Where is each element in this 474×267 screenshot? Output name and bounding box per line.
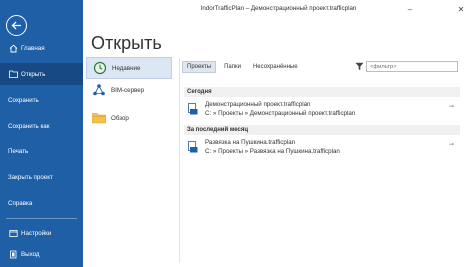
sidebar-item-label: Справка [8,199,33,207]
back-button[interactable] [6,15,27,36]
source-label: Недавние [112,64,141,72]
home-icon [8,43,18,53]
exit-icon [8,249,18,259]
sidebar-item-label: Настройки [21,229,52,237]
pin-icon[interactable]: ⊸ [449,103,454,110]
group-header-today: Сегодня [184,87,460,97]
sidebar-item-label: Сохранить [8,96,39,104]
source-label: BIM-сервер [111,86,145,94]
settings-icon [8,228,18,238]
backstage-sidebar: Главная Открыть Сохранить Сохранить как … [0,0,83,267]
column-divider [179,58,180,263]
sidebar-item-save-as[interactable]: Сохранить как [0,115,83,137]
file-name: Развязка на Пушкина.trafficplan [205,139,296,146]
folder-open-icon [8,69,18,79]
tab-unsaved[interactable]: Несохранённые [249,61,302,73]
filter-icon[interactable] [355,62,364,71]
project-file-icon [188,103,198,115]
sidebar-item-save[interactable]: Сохранить [0,89,83,111]
page-title: Открыть [91,33,162,53]
sidebar-item-open[interactable]: Открыть [0,63,83,85]
arrow-left-icon [11,21,21,30]
minimize-icon: – [407,4,413,14]
folder-icon [92,111,106,125]
minimize-button[interactable]: – [404,3,416,15]
title-bar: IndorTrafficPlan – Демонстрационный прое… [83,0,474,19]
sidebar-item-label: Выход [21,250,40,258]
sidebar-item-help[interactable]: Справка [0,192,83,214]
file-name: Демонстрационный проект.trafficplan [205,101,311,108]
sidebar-item-settings[interactable]: Настройки [0,222,83,244]
tab-projects[interactable]: Проекты [182,61,217,73]
sidebar-item-label: Сохранить как [8,122,50,130]
recent-file-row[interactable]: Демонстрационный проект.trafficplan C: »… [184,99,460,123]
project-file-icon [188,141,198,153]
server-network-icon [92,83,106,97]
clock-icon [93,61,107,75]
recent-file-row[interactable]: Развязка на Пушкина.trafficplan C: » Про… [184,137,460,161]
source-label: Обзор [111,114,129,122]
close-icon: ✕ [457,4,465,14]
sidebar-item-label: Главная [21,44,45,52]
tab-folders[interactable]: Папки [220,61,245,73]
sidebar-item-exit[interactable]: Выход [0,243,83,265]
sidebar-item-label: Закрыть проект [8,173,53,181]
filter-input[interactable] [366,61,458,72]
pin-icon[interactable]: ⊸ [449,141,454,148]
file-path: C: » Проекты » Демонстрационный проект.t… [205,110,356,117]
sidebar-item-home[interactable]: Главная [0,37,83,59]
sidebar-divider [6,218,77,219]
group-header-last-month: За последний месяц [184,125,460,135]
close-button[interactable]: ✕ [455,3,467,15]
source-recent[interactable]: Недавние [86,57,172,79]
sidebar-item-label: Открыть [21,70,46,78]
source-bim-server[interactable]: BIM-сервер [86,79,172,101]
source-browse[interactable]: Обзор [86,107,172,129]
sidebar-item-label: Печать [8,147,29,155]
sidebar-item-close-project[interactable]: Закрыть проект [0,166,83,188]
sidebar-item-print[interactable]: Печать [0,140,83,162]
view-tabs: Проекты Папки Несохранённые [182,61,302,73]
file-path: C: » Проекты » Развязка на Пушкина.traff… [205,148,340,155]
